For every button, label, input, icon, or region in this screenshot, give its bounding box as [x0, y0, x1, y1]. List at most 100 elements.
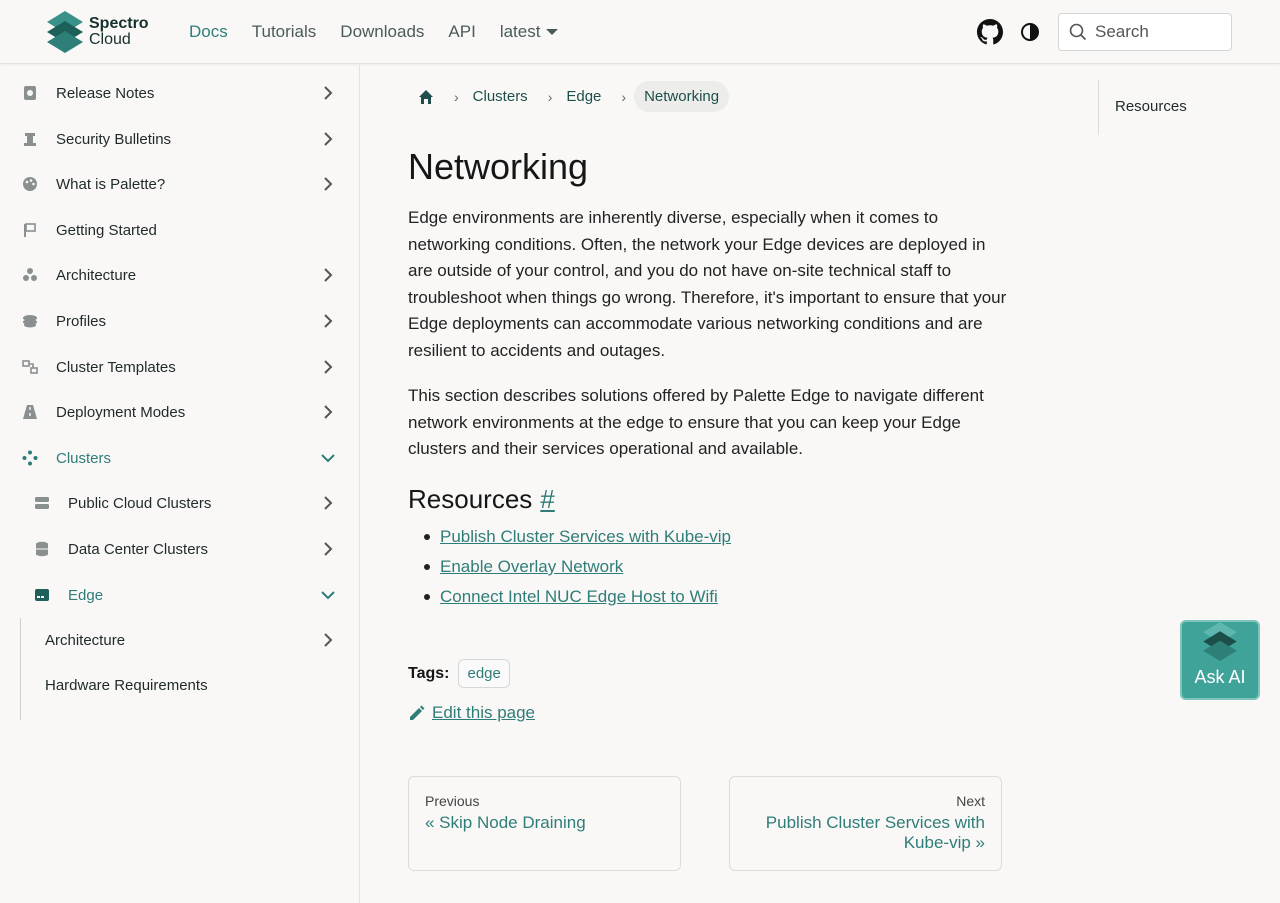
profiles-icon: [23, 315, 37, 328]
sidebar-item-public-cloud-clusters[interactable]: Public Cloud Clusters: [0, 485, 359, 521]
breadcrumb-clusters[interactable]: Clusters: [473, 88, 528, 105]
resource-link[interactable]: Connect Intel NUC Edge Host to Wifi: [440, 587, 718, 606]
sidebar-item-label: Clusters: [56, 449, 112, 467]
previous-label: Previous: [425, 793, 480, 809]
list-item: Connect Intel NUC Edge Host to Wifi: [423, 583, 731, 613]
home-icon[interactable]: [408, 80, 444, 113]
github-icon[interactable]: [977, 19, 1003, 50]
sidebar-item-label: Deployment Modes: [56, 403, 186, 421]
spectro-cloud-logo[interactable]: Spectro Cloud: [47, 11, 149, 53]
heading-anchor-link[interactable]: #: [540, 484, 554, 514]
breadcrumb: › Clusters › Edge › Networking: [408, 80, 730, 113]
edit-page-link[interactable]: Edit this page: [408, 703, 535, 723]
edit-page-label[interactable]: Edit this page: [432, 703, 535, 723]
logo-text-spectro: Spectro: [89, 15, 149, 32]
next-label: Next: [956, 793, 985, 809]
search-input[interactable]: [1095, 22, 1225, 42]
version-label: latest: [499, 22, 541, 41]
chevron-right-icon[interactable]: [320, 540, 336, 558]
chevron-right-icon[interactable]: [320, 175, 336, 193]
sidebar-item-edge-architecture[interactable]: Architecture: [0, 622, 359, 658]
chevron-right-icon[interactable]: [320, 266, 336, 284]
previous-title: « Skip Node Draining: [425, 813, 586, 832]
database-icon: [36, 541, 48, 557]
sidebar-item-label: Data Center Clusters: [68, 540, 209, 558]
nav-downloads[interactable]: Downloads: [340, 22, 424, 42]
version-dropdown[interactable]: latest: [500, 22, 559, 42]
chevron-right-icon[interactable]: [320, 494, 336, 512]
search-icon: [1069, 23, 1087, 41]
sidebar-item-hardware-requirements[interactable]: Hardware Requirements: [0, 667, 359, 703]
resources-heading: Resources #: [408, 484, 555, 515]
breadcrumb-separator-icon: ›: [454, 88, 459, 105]
previous-page-button[interactable]: Previous « Skip Node Draining: [408, 776, 681, 871]
resource-link[interactable]: Enable Overlay Network: [440, 557, 623, 576]
list-item: Enable Overlay Network: [423, 553, 731, 583]
sidebar-item-label: Public Cloud Clusters: [68, 494, 212, 512]
chevron-right-icon[interactable]: [320, 358, 336, 376]
clusters-icon: [22, 450, 38, 466]
nav-api[interactable]: API: [448, 22, 475, 42]
release-notes-icon: [24, 86, 36, 100]
sidebar-item-label: What is Palette?: [56, 175, 166, 193]
resources-list: Publish Cluster Services with Kube-vip E…: [423, 523, 731, 613]
nav-tutorials[interactable]: Tutorials: [252, 22, 317, 42]
breadcrumb-edge[interactable]: Edge: [566, 88, 601, 105]
pencil-icon: [410, 705, 425, 720]
breadcrumb-separator-icon: ›: [547, 88, 553, 105]
ask-ai-button[interactable]: Ask AI: [1180, 620, 1260, 700]
sidebar-item-security-bulletins[interactable]: Security Bulletins: [0, 121, 359, 157]
resource-link[interactable]: Publish Cluster Services with Kube-vip: [440, 527, 731, 546]
sidebar-item-label: Cluster Templates: [56, 358, 176, 376]
sidebar-item-clusters[interactable]: Clusters: [0, 440, 359, 476]
chevron-right-icon[interactable]: [320, 130, 336, 148]
next-title: Publish Cluster Services with Kube-vip »: [765, 813, 985, 852]
chevron-down-icon[interactable]: [320, 449, 336, 467]
sidebar-item-what-is-palette[interactable]: What is Palette?: [0, 166, 359, 202]
sidebar-item-profiles[interactable]: Profiles: [0, 303, 359, 339]
sidebar: Release Notes Security Bulletins What is…: [0, 65, 360, 903]
sidebar-item-architecture[interactable]: Architecture: [0, 257, 359, 293]
spectro-logo-icon: [47, 11, 83, 53]
intro-paragraph: Edge environments are inherently diverse…: [408, 208, 1007, 360]
sidebar-item-release-notes[interactable]: Release Notes: [0, 75, 359, 111]
chevron-down-icon[interactable]: [320, 586, 336, 604]
theme-toggle-icon[interactable]: [1020, 22, 1040, 47]
templates-icon: [22, 360, 38, 374]
page-title: Networking: [408, 146, 589, 187]
flag-icon: [24, 223, 36, 237]
tag-badge[interactable]: edge: [458, 659, 510, 688]
chevron-right-icon[interactable]: [320, 84, 336, 102]
logo-text-cloud: Cloud: [89, 31, 131, 48]
chevron-right-icon[interactable]: [320, 403, 336, 421]
sidebar-item-cluster-templates[interactable]: Cluster Templates: [0, 349, 359, 385]
chevron-right-icon[interactable]: [320, 631, 336, 649]
server-icon: [35, 497, 49, 509]
architecture-icon: [23, 268, 37, 281]
resources-heading-text: Resources: [408, 484, 533, 514]
caret-down-icon: [546, 29, 559, 35]
security-icon: [24, 133, 36, 146]
palette-icon: [23, 177, 37, 191]
sidebar-item-label: Security Bulletins: [56, 130, 172, 148]
list-item: Publish Cluster Services with Kube-vip: [423, 523, 731, 553]
top-navbar: Spectro Cloud Docs Tutorials Downloads A…: [0, 0, 1280, 64]
sidebar-item-label: Edge: [68, 586, 104, 604]
sidebar-item-edge[interactable]: Edge: [0, 577, 359, 613]
search-box[interactable]: [1058, 13, 1232, 51]
table-of-contents: Resources: [1098, 80, 1218, 135]
breadcrumb-current: Networking: [634, 81, 730, 112]
sidebar-item-label: Architecture: [45, 631, 126, 649]
sidebar-item-label: Profiles: [56, 312, 107, 330]
sidebar-item-label: Getting Started: [56, 221, 157, 239]
section-paragraph: This section describes solutions offered…: [408, 386, 984, 458]
chevron-right-icon[interactable]: [320, 312, 336, 330]
sidebar-item-data-center-clusters[interactable]: Data Center Clusters: [0, 531, 359, 567]
sidebar-item-getting-started[interactable]: Getting Started: [0, 212, 359, 248]
nav-docs[interactable]: Docs: [189, 22, 228, 42]
tags-row: Tags: edge: [408, 659, 510, 688]
sidebar-item-deployment-modes[interactable]: Deployment Modes: [0, 394, 359, 430]
toc-item-resources[interactable]: Resources: [1115, 98, 1187, 115]
road-icon: [23, 405, 37, 419]
next-page-button[interactable]: Next Publish Cluster Services with Kube-…: [729, 776, 1002, 871]
